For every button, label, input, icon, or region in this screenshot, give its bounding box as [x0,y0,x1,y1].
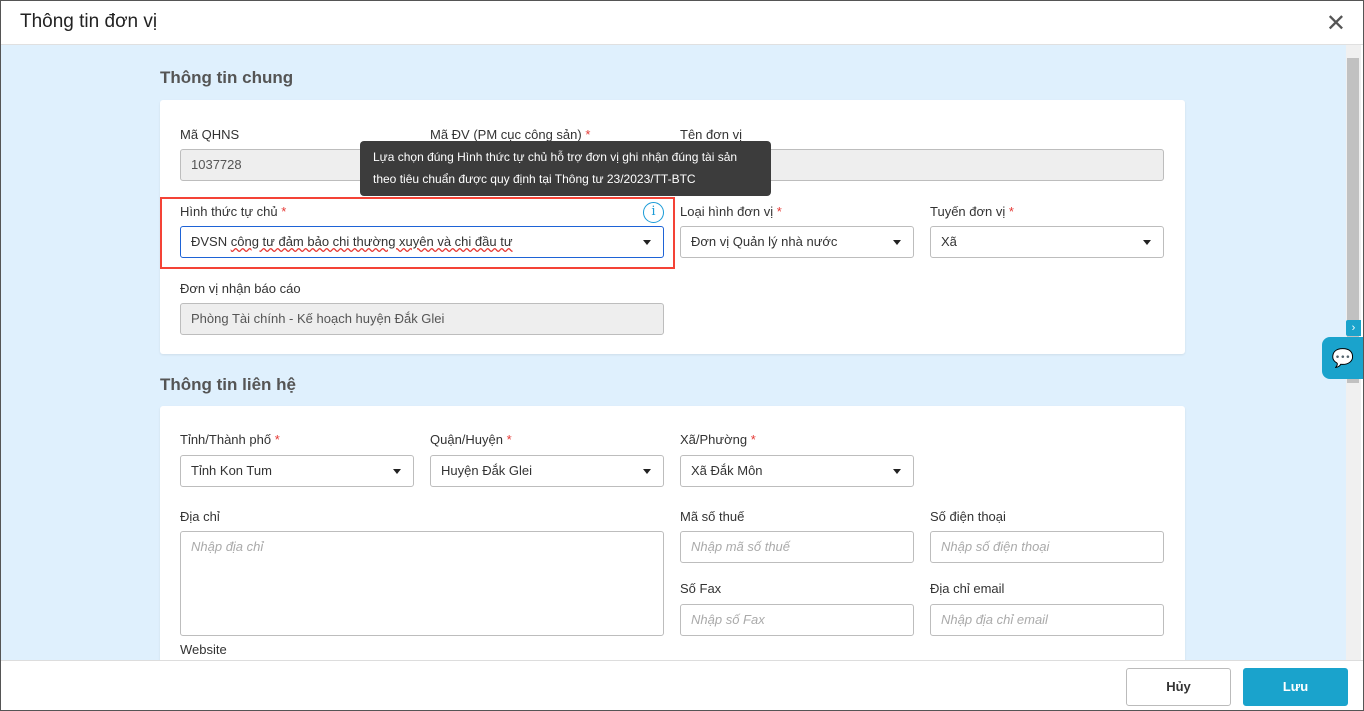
tinh-value: Tỉnh Kon Tum [191,463,272,478]
tuyen-select[interactable]: Xã [930,226,1164,258]
tuyen-label: Tuyến đơn vị * [930,204,1014,219]
huyen-label: Quận/Huyện * [430,432,512,447]
chevron-down-icon [393,469,401,474]
ten-dv-label: Tên đơn vị [680,127,742,142]
loai-hinh-label-text: Loại hình đơn vị [680,204,774,219]
dia-chi-textarea[interactable]: Nhập địa chỉ [180,531,664,636]
required-mark: * [585,127,591,142]
close-icon[interactable]: ✕ [1326,9,1346,38]
ma-qhns-label: Mã QHNS [180,127,240,142]
don-vi-nhan-input[interactable]: Phòng Tài chính - Kế hoạch huyện Đắk Gle… [180,303,664,335]
ma-dv-label: Mã ĐV (PM cục công sản) * [430,127,590,142]
mst-label: Mã số thuế [680,509,745,524]
dia-chi-label: Địa chỉ [180,509,220,524]
contact-card: Tỉnh/Thành phố * Tỉnh Kon Tum Quận/Huyện… [160,406,1185,660]
ma-dv-label-text: Mã ĐV (PM cục công sản) [430,127,582,142]
save-button[interactable]: Lưu [1243,668,1348,706]
tooltip: Lựa chọn đúng Hình thức tự chủ hỗ trợ đơ… [360,141,771,196]
loai-hinh-value: Đơn vị Quản lý nhà nước [691,234,838,249]
email-label: Địa chỉ email [930,581,1005,596]
cancel-button[interactable]: Hủy [1126,668,1231,706]
dialog-title: Thông tin đơn vị [20,11,158,32]
xa-label-text: Xã/Phường [680,432,748,447]
website-label: Website [180,642,227,657]
sdt-input[interactable]: Nhập số điện thoại [930,531,1164,563]
dialog-body: Thông tin chung Mã QHNS 1037728 Mã ĐV (P… [1,45,1346,660]
chevron-down-icon [893,240,901,245]
chevron-down-icon [1143,240,1151,245]
mst-input[interactable]: Nhập mã số thuế [680,531,914,563]
loai-hinh-select[interactable]: Đơn vị Quản lý nhà nước [680,226,914,258]
required-mark: * [1008,204,1014,219]
info-icon[interactable]: i [643,202,664,223]
tinh-label: Tỉnh/Thành phố * [180,432,280,447]
email-input[interactable]: Nhập địa chỉ email [930,604,1164,636]
chevron-down-icon [643,469,651,474]
section-title-contact: Thông tin liên hệ [160,375,296,394]
huyen-select[interactable]: Huyện Đắk Glei [430,455,664,487]
fax-input[interactable]: Nhập số Fax [680,604,914,636]
highlight-box [160,197,675,269]
huyen-label-text: Quận/Huyện [430,432,503,447]
required-mark: * [506,432,512,447]
chevron-right-icon[interactable]: › [1346,320,1361,336]
tinh-label-text: Tỉnh/Thành phố [180,432,272,447]
tinh-select[interactable]: Tỉnh Kon Tum [180,455,414,487]
loai-hinh-label: Loại hình đơn vị * [680,204,782,219]
required-mark: * [776,204,782,219]
dialog-footer: Hủy Lưu [1,660,1363,710]
tuyen-label-text: Tuyến đơn vị [930,204,1006,219]
don-vi-nhan-label: Đơn vị nhận báo cáo [180,281,301,296]
section-title-general: Thông tin chung [160,68,294,87]
xa-label: Xã/Phường * [680,432,756,447]
required-mark: * [750,432,756,447]
tuyen-value: Xã [941,234,957,249]
xa-value: Xã Đắk Môn [691,463,763,478]
chevron-down-icon [893,469,901,474]
sdt-label: Số điện thoại [930,509,1006,524]
huyen-value: Huyện Đắk Glei [441,463,533,478]
chat-support-icon[interactable]: 💬 [1322,337,1364,379]
dialog-header: Thông tin đơn vị ✕ [0,0,1364,45]
fax-label: Số Fax [680,581,722,596]
required-mark: * [274,432,280,447]
xa-select[interactable]: Xã Đắk Môn [680,455,914,487]
